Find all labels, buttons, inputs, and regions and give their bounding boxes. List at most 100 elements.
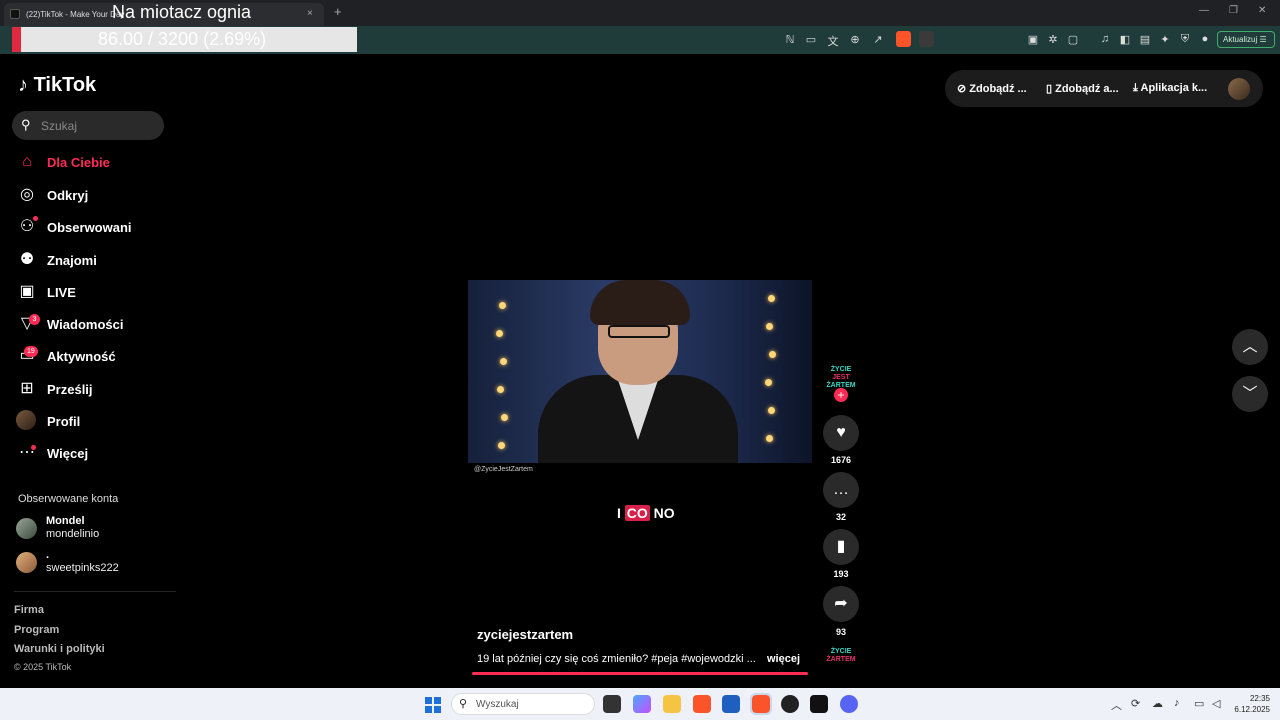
restore-icon[interactable]: ❐ <box>1229 5 1238 16</box>
network-icon[interactable]: ▭ <box>1194 697 1204 710</box>
store-icon[interactable] <box>722 695 740 713</box>
nav-label: Profil <box>47 414 81 429</box>
reader-mode-icon[interactable]: ℕ <box>783 33 797 46</box>
taskbar-search-input[interactable]: ⚲ Wyszukaj <box>451 693 595 715</box>
video-player[interactable] <box>468 280 812 463</box>
overlay-title: Na miotacz ognia <box>112 2 252 22</box>
account-handle: mondelinio <box>46 528 100 540</box>
minimize-icon[interactable]: — <box>1199 5 1209 16</box>
copilot-icon[interactable] <box>633 695 651 713</box>
followed-account[interactable]: . sweetpinks222 <box>16 548 166 578</box>
leo-icon[interactable]: ✦ <box>1158 33 1172 46</box>
share-arrow-icon: ➦ <box>834 595 848 612</box>
nav-live[interactable]: ▣ LIVE <box>16 281 176 305</box>
search-input[interactable]: ⚲ Szukaj <box>12 111 164 140</box>
comment-icon: … <box>833 481 849 498</box>
discord-icon[interactable] <box>840 695 858 713</box>
zoom-icon[interactable]: ⊕ <box>848 33 862 46</box>
media-icon[interactable]: ♫ <box>1098 33 1112 45</box>
previous-video-button[interactable]: ︿ <box>1232 329 1268 365</box>
nav-more[interactable]: ⋯ Więcej <box>16 442 176 466</box>
tray-chevron-icon[interactable]: ︿ <box>1111 697 1122 713</box>
nav-label: Wiadomości <box>47 317 124 332</box>
task-view-icon[interactable] <box>603 695 621 713</box>
video-progress-bar[interactable] <box>472 672 808 675</box>
nav-messages[interactable]: ▽ 3 Wiadomości <box>16 313 176 337</box>
share-button[interactable]: ➦ <box>823 586 859 622</box>
app-icon[interactable] <box>810 695 828 713</box>
comment-button[interactable]: … <box>823 472 859 508</box>
avatar <box>16 552 37 573</box>
share-icon[interactable]: ↗ <box>871 33 885 46</box>
footer-link-company[interactable]: Firma <box>14 604 44 616</box>
sidebar-icon[interactable]: ◧ <box>1118 33 1132 46</box>
nav-profile[interactable]: Profil <box>16 410 176 434</box>
nav-upload[interactable]: ⊞ Prześlij <box>16 378 176 402</box>
screenshot-icon[interactable]: ▢ <box>1066 33 1080 46</box>
file-explorer-icon[interactable] <box>663 695 681 713</box>
video-author[interactable]: zyciejestzartem <box>477 627 573 642</box>
profile-icon[interactable]: ● <box>1198 33 1212 45</box>
nav-for-you[interactable]: ⌂ Dla Ciebie <box>16 151 176 175</box>
vpn-icon[interactable]: ⛨ <box>1178 33 1192 46</box>
get-app-button[interactable]: ▯ Zdobądź a... <box>1046 82 1119 95</box>
nav-label: Znajomi <box>47 253 97 268</box>
bookmark-icon: ▮ <box>836 538 846 555</box>
onedrive-icon[interactable]: ☁ <box>1152 697 1163 710</box>
puzzle-icon[interactable]: ✲ <box>1046 33 1060 46</box>
video-description: 19 lat później czy się coś zmieniło? #pe… <box>477 653 756 665</box>
brave-taskbar-icon[interactable] <box>693 695 711 713</box>
brave-shields-icon[interactable] <box>896 31 911 47</box>
tray-app-icon[interactable]: ⟳ <box>1131 697 1140 710</box>
account-handle: sweetpinks222 <box>46 562 119 574</box>
overlay-progress-text: 86.00 / 3200 (2.69%) <box>98 29 267 49</box>
tab-title: (22)TikTok - Make Your Day <box>26 10 125 19</box>
music-disc-icon[interactable]: ŻYCIE ŻARTEM <box>826 648 856 672</box>
nav-label: Odkryj <box>47 188 89 203</box>
upload-plus-icon: ⊞ <box>20 380 34 397</box>
nav-following[interactable]: ⚇ Obserwowani <box>16 216 176 240</box>
nav-explore[interactable]: ◎ Odkryj <box>16 184 176 208</box>
start-icon[interactable] <box>425 697 441 713</box>
notification-dot <box>33 216 38 221</box>
nav-label: Prześlij <box>47 382 93 397</box>
update-button[interactable]: Aktualizuj ☰ <box>1217 31 1275 48</box>
notification-dot <box>31 445 36 450</box>
home-icon: ⌂ <box>22 153 32 170</box>
followed-account[interactable]: Mondel mondelinio <box>16 514 166 544</box>
system-clock[interactable]: 22:35 6.12.2025 <box>1234 693 1270 715</box>
new-tab-button[interactable]: + <box>334 4 342 19</box>
nav-friends[interactable]: ⚉ Znajomi <box>16 249 176 273</box>
clock-time: 22:35 <box>1249 694 1270 703</box>
nav-activity[interactable]: ▭ 19 Aktywność <box>16 345 176 369</box>
footer-link-program[interactable]: Program <box>14 624 59 636</box>
app-icon[interactable] <box>781 695 799 713</box>
account-name: . <box>46 549 50 561</box>
desktop-app-button[interactable]: ⤓ Aplikacja k... <box>1133 82 1207 95</box>
footer-link-terms[interactable]: Warunki i polityki <box>14 643 105 655</box>
cast-icon[interactable]: ▭ <box>804 33 818 46</box>
microphone-icon[interactable]: ♪ <box>1174 697 1180 709</box>
like-count: 1676 <box>830 455 852 465</box>
nav-label: Więcej <box>47 446 89 461</box>
close-window-icon[interactable]: ✕ <box>1258 5 1266 16</box>
tab-close-icon[interactable]: × <box>307 8 313 19</box>
translate-icon[interactable]: 文 <box>826 33 840 49</box>
extension-icon[interactable]: ▣ <box>1026 33 1040 46</box>
get-coins-button[interactable]: ⊘ Zdobądź ... <box>957 82 1027 95</box>
nav-label: LIVE <box>47 285 76 300</box>
wallet-icon[interactable]: ▤ <box>1138 33 1152 46</box>
brave-rewards-icon[interactable] <box>919 31 934 47</box>
brave-active-icon[interactable] <box>750 693 772 715</box>
tiktok-logo[interactable]: ♪ TikTok <box>18 74 96 97</box>
more-button[interactable]: więcej <box>767 653 800 665</box>
person-hair <box>590 280 690 325</box>
bookmark-button[interactable]: ▮ <box>823 529 859 565</box>
follow-plus-icon[interactable]: + <box>834 388 848 402</box>
next-video-button[interactable]: ﹀ <box>1232 376 1268 412</box>
compass-icon: ◎ <box>20 186 34 203</box>
like-button[interactable]: ♥ <box>823 415 859 451</box>
search-icon: ⚲ <box>459 698 468 710</box>
user-avatar[interactable] <box>1228 78 1250 100</box>
volume-icon[interactable]: ◁ <box>1212 697 1220 710</box>
